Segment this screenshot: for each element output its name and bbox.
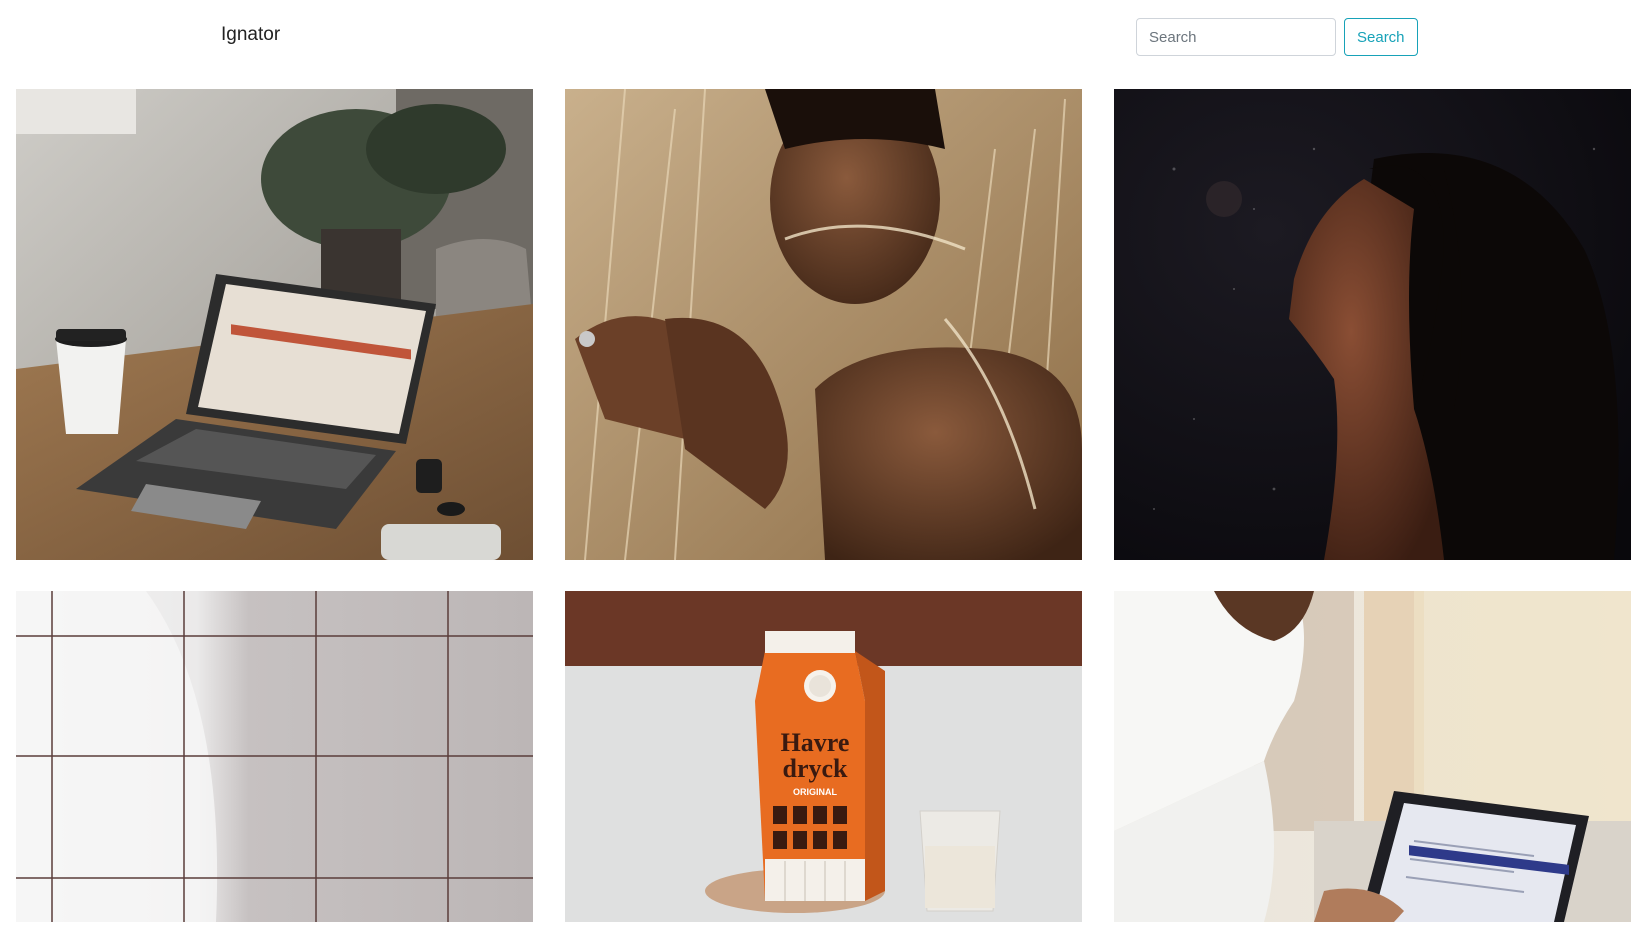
navbar: Ignator Search bbox=[0, 0, 1646, 76]
carton-label-2: dryck bbox=[783, 754, 849, 783]
photo-man-in-wheat-field[interactable] bbox=[565, 89, 1082, 560]
photo-man-using-laptop[interactable] bbox=[1114, 591, 1631, 922]
search-button[interactable]: Search bbox=[1344, 18, 1418, 56]
photo-oat-milk-carton[interactable]: Havre dryck ORIGINAL bbox=[565, 591, 1082, 922]
carton-label-3: ORIGINAL bbox=[793, 787, 838, 797]
photo-woman-profile[interactable] bbox=[1114, 89, 1631, 560]
search-form: Search bbox=[1136, 18, 1418, 56]
brand-logo[interactable]: Ignator bbox=[221, 24, 280, 46]
photo-tile-wall[interactable] bbox=[16, 591, 533, 922]
search-input[interactable] bbox=[1136, 18, 1336, 56]
carton-label-1: Havre bbox=[781, 728, 850, 757]
photo-laptop-on-table[interactable] bbox=[16, 89, 533, 560]
